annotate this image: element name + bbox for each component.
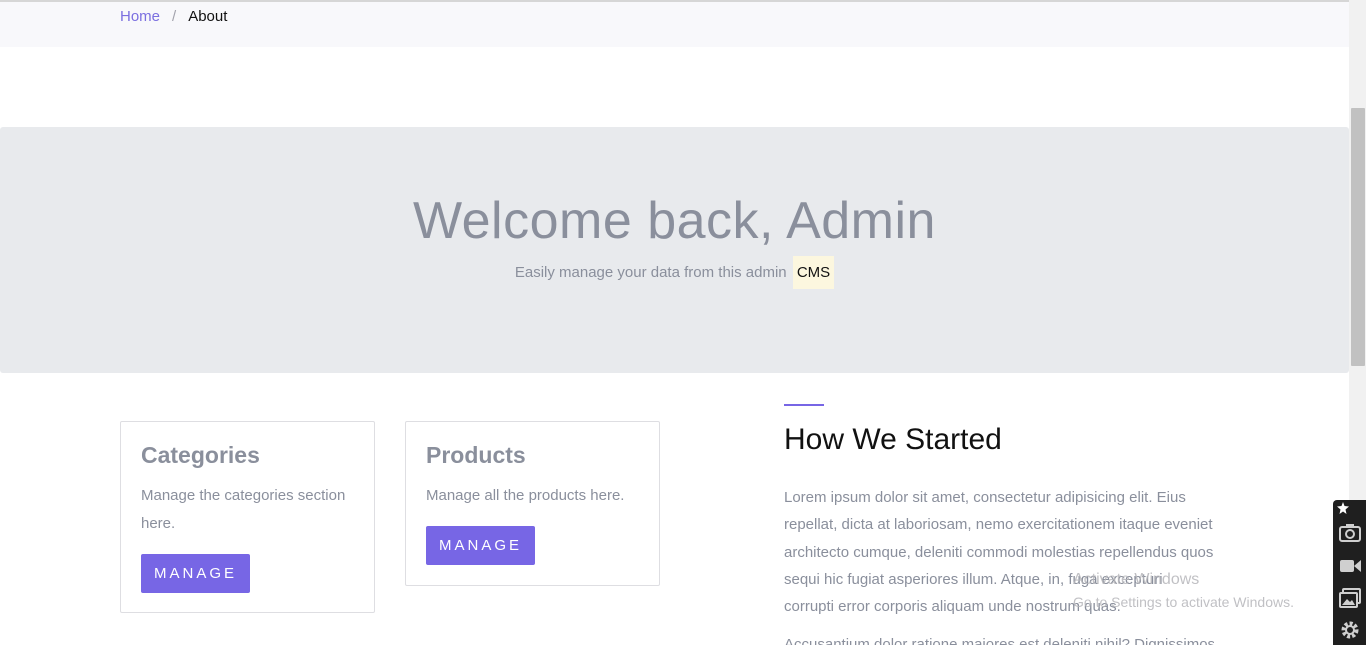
manage-categories-button[interactable]: MANAGE [141,554,250,593]
scrollbar-thumb[interactable] [1351,108,1365,366]
activate-windows-watermark: Activate Windows Go to Settings to activ… [1073,568,1294,614]
screen-capture-toolbar [1333,500,1366,645]
breadcrumb-separator: / [172,8,177,25]
breadcrumb: Home / About [120,8,227,25]
hero-subtitle: Easily manage your data from this admin … [0,256,1349,289]
breadcrumb-home-link[interactable]: Home [120,8,160,25]
story-accent-rule [784,404,824,406]
activate-windows-title: Activate Windows [1073,571,1200,588]
hero-subtitle-text: Easily manage your data from this admin [514,264,787,281]
breadcrumb-bar: Home / About [0,2,1349,47]
products-card: Products Manage all the products here. M… [405,421,660,586]
categories-card: Categories Manage the categories section… [120,421,375,613]
video-icon[interactable] [1339,556,1361,576]
settings-icon[interactable] [1339,620,1361,640]
activate-windows-subtitle: Go to Settings to activate Windows. [1073,594,1294,610]
camera-icon[interactable] [1339,522,1361,542]
breadcrumb-current: About [188,8,228,25]
hero-highlight: CMS [792,256,835,289]
pin-icon[interactable] [1337,502,1349,514]
story-paragraph-2: Accusantium dolor ratione maiores est de… [784,636,1214,645]
manage-products-button[interactable]: MANAGE [426,526,535,565]
gallery-icon[interactable] [1339,588,1361,608]
story-title: How We Started [784,423,1002,456]
products-card-text: Manage all the products here. [426,487,625,504]
categories-card-title: Categories [141,442,260,468]
products-card-title: Products [426,442,526,468]
hero-title: Welcome back, Admin [413,192,936,250]
categories-card-text: Manage the categories section here. [141,487,346,532]
hero-banner: Welcome back, Admin Easily manage your d… [0,127,1349,373]
